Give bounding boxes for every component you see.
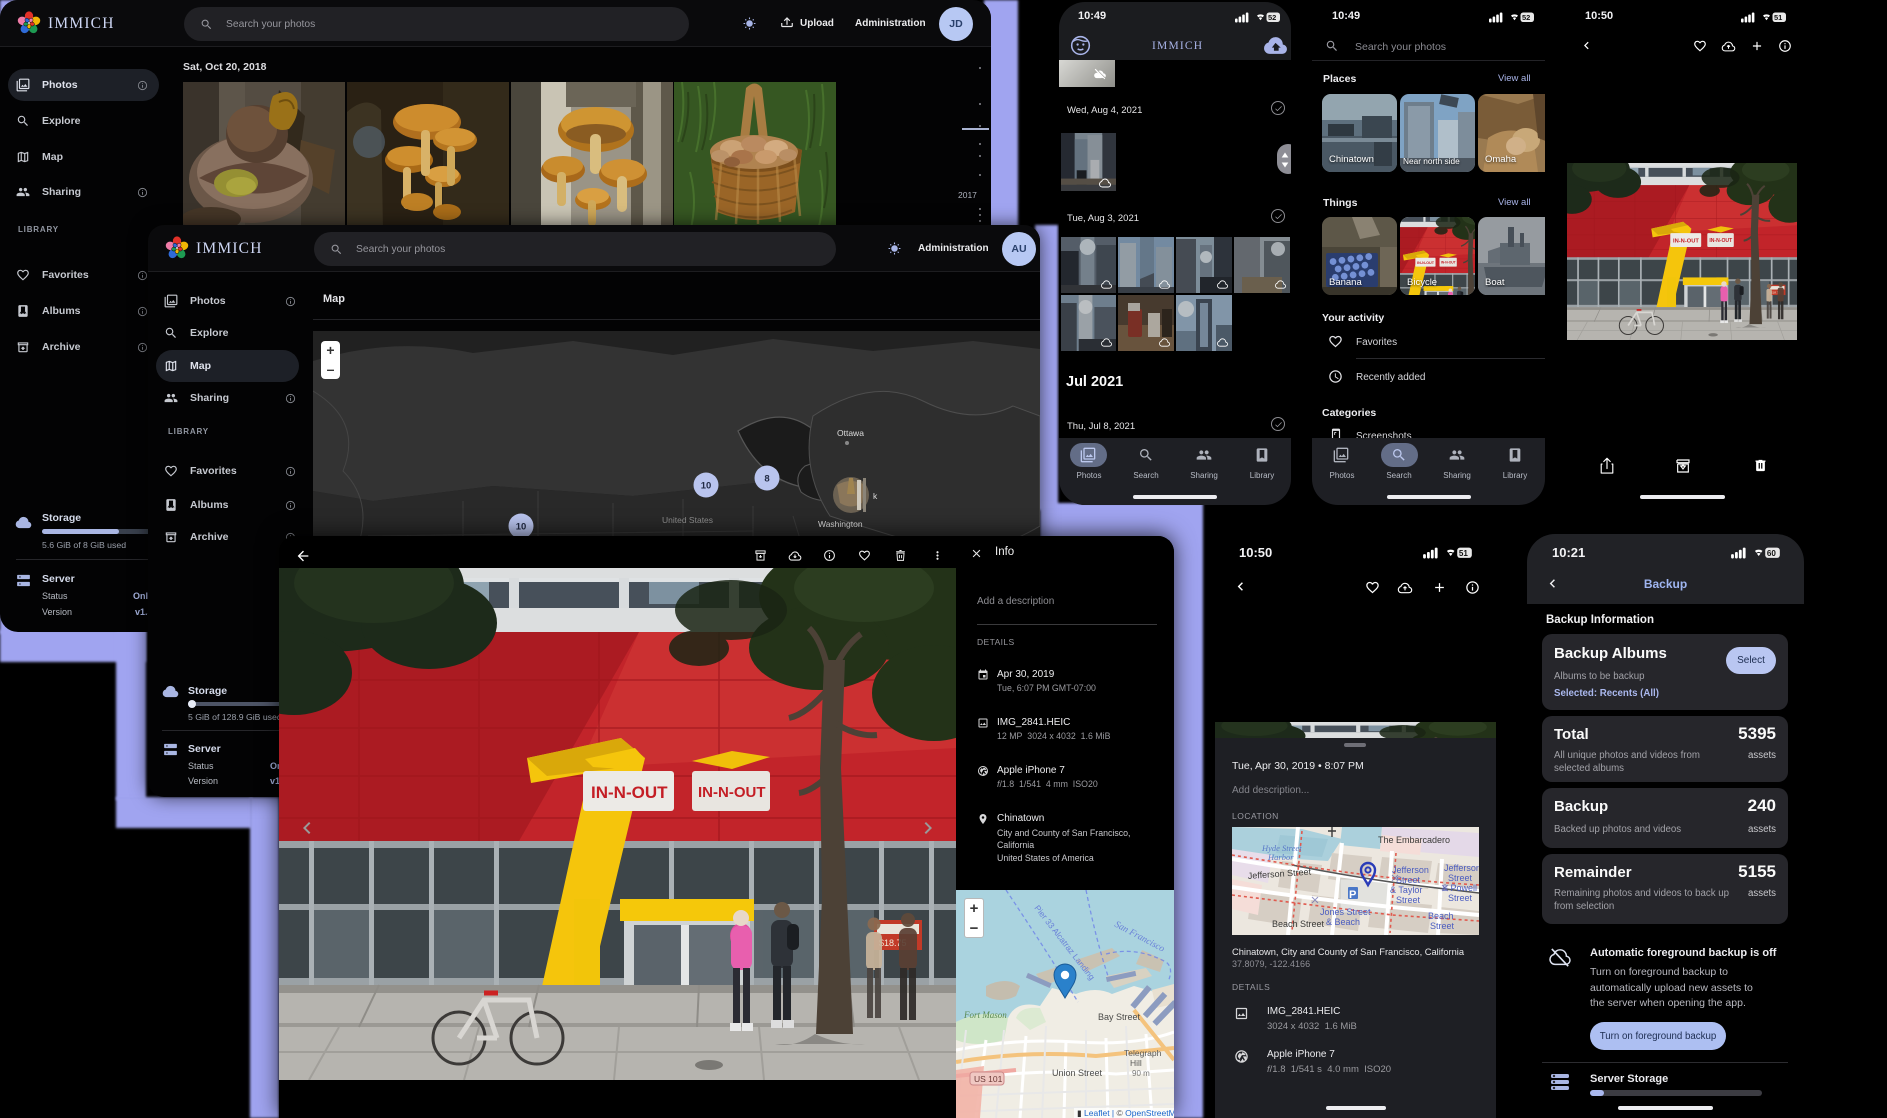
svg-text:IN-N-OUT: IN-N-OUT	[1673, 238, 1699, 244]
svg-text:& Powell: & Powell	[1442, 883, 1477, 893]
svg-text:▮ Leaflet | © OpenStreetM: ▮ Leaflet | © OpenStreetM	[1077, 1108, 1174, 1118]
svg-text:Hill: Hill	[1130, 1058, 1142, 1068]
svg-text:Street: Street	[1448, 893, 1473, 903]
svg-text:10: 10	[701, 481, 712, 492]
svg-text:& Taylor: & Taylor	[1390, 885, 1422, 895]
svg-text:Harbor: Harbor	[1267, 852, 1294, 862]
svg-text:Jefferson: Jefferson	[1392, 865, 1429, 875]
svg-text:Fort Mason: Fort Mason	[963, 1010, 1007, 1020]
svg-text:Bay Street: Bay Street	[1098, 1012, 1141, 1022]
svg-text:Street: Street	[1448, 873, 1473, 883]
svg-text:8: 8	[764, 474, 769, 485]
svg-text:IN-N-OUT: IN-N-OUT	[1417, 261, 1435, 265]
svg-text:Street: Street	[1396, 875, 1421, 885]
svg-text:P: P	[1349, 889, 1356, 901]
svg-text:Ottawa: Ottawa	[837, 428, 864, 438]
svg-text:IN-N-OUT: IN-N-OUT	[1441, 261, 1456, 265]
svg-text:Union Street: Union Street	[1052, 1068, 1103, 1078]
svg-text:IN-N-OUT: IN-N-OUT	[591, 783, 668, 802]
svg-text:52: 52	[1268, 13, 1276, 22]
svg-text:IN-N-OUT: IN-N-OUT	[698, 784, 766, 801]
svg-text:Street: Street	[1396, 895, 1421, 905]
svg-text:90 m: 90 m	[1132, 1069, 1150, 1078]
svg-text:Jefferson: Jefferson	[1444, 863, 1479, 873]
svg-text:Telegraph: Telegraph	[1124, 1048, 1162, 1058]
svg-text:Beach Street: Beach Street	[1272, 919, 1325, 929]
svg-text:US 101: US 101	[974, 1074, 1003, 1084]
svg-text:Street: Street	[1430, 921, 1455, 931]
svg-text:60: 60	[1767, 549, 1777, 558]
svg-text:United States: United States	[662, 515, 713, 525]
svg-text:Washington: Washington	[818, 519, 863, 529]
svg-text:51: 51	[1459, 549, 1469, 558]
svg-text:Jones Street: Jones Street	[1320, 907, 1371, 917]
svg-text:10: 10	[516, 522, 527, 533]
svg-text:Beach: Beach	[1428, 911, 1454, 921]
svg-text:The Embarcadero: The Embarcadero	[1378, 835, 1450, 845]
svg-text:51: 51	[1774, 13, 1782, 22]
svg-text:IN-N-OUT: IN-N-OUT	[1709, 238, 1733, 244]
svg-text:52: 52	[1522, 13, 1530, 22]
svg-text:& Beach: & Beach	[1326, 917, 1360, 927]
